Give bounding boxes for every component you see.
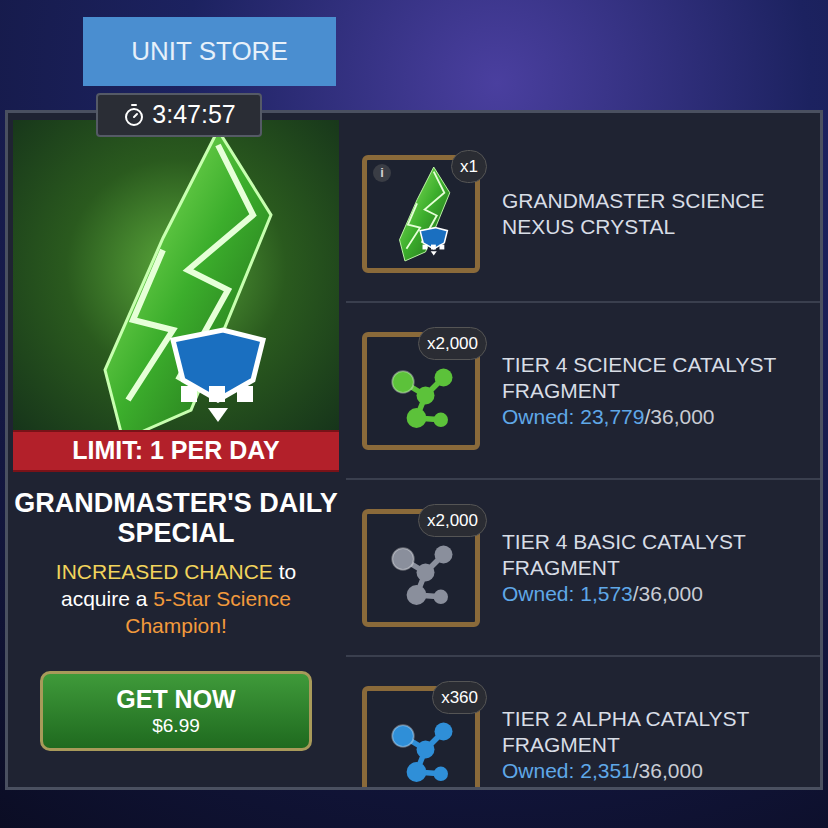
- offer-column: LIMIT: 1 PER DAY GRANDMASTER'S DAILY SPEC…: [8, 113, 338, 787]
- item-row: x360 TIER 2 ALPHA CATALYST FRAGMENTOwned:…: [346, 657, 820, 790]
- quantity-badge: x2,000: [418, 504, 487, 538]
- quantity-badge: x1: [451, 150, 487, 184]
- offer-description: INCREASED CHANCE to acquire a 5-Star Sci…: [14, 558, 338, 639]
- item-row: x2,000 TIER 4 BASIC CATALYST FRAGMENTOwne…: [346, 480, 820, 657]
- item-name: TIER 4 BASIC CATALYST FRAGMENT: [502, 529, 810, 581]
- item-name: TIER 4 SCIENCE CATALYST FRAGMENT: [502, 352, 810, 404]
- item-icon-frame: x360: [362, 686, 480, 791]
- item-text: TIER 2 ALPHA CATALYST FRAGMENTOwned: 2,3…: [502, 706, 810, 784]
- info-badge[interactable]: i: [373, 164, 391, 182]
- item-row: ix1GRANDMASTER SCIENCE NEXUS CRYSTAL: [346, 126, 820, 303]
- owned-count: Owned: 23,779/36,000: [502, 404, 810, 430]
- item-name: TIER 2 ALPHA CATALYST FRAGMENT: [502, 706, 810, 758]
- item-text: TIER 4 SCIENCE CATALYST FRAGMENTOwned: 2…: [502, 352, 810, 430]
- get-now-button[interactable]: GET NOW$6.99: [40, 671, 312, 751]
- item-name: GRANDMASTER SCIENCE NEXUS CRYSTAL: [502, 188, 810, 240]
- owned-count: Owned: 2,351/36,000: [502, 758, 810, 784]
- unit-store-button[interactable]: UNIT STORE: [83, 17, 336, 86]
- quantity-badge: x2,000: [418, 327, 487, 361]
- item-text: TIER 4 BASIC CATALYST FRAGMENTOwned: 1,5…: [502, 529, 810, 607]
- owned-count: Owned: 1,573/36,000: [502, 581, 810, 607]
- crystal-image: [13, 120, 339, 450]
- timer-badge: 3:47:57: [96, 93, 262, 137]
- timer-icon: [122, 103, 146, 127]
- item-list: ix1GRANDMASTER SCIENCE NEXUS CRYSTALx2,0…: [338, 113, 820, 787]
- nexus-crystal-icon: [13, 120, 339, 450]
- limit-banner: LIMIT: 1 PER DAY: [13, 430, 339, 472]
- item-text: GRANDMASTER SCIENCE NEXUS CRYSTAL: [502, 188, 810, 240]
- item-icon-frame: ix1: [362, 155, 480, 273]
- offer-title: GRANDMASTER'S DAILY SPECIAL: [14, 488, 338, 548]
- item-icon-frame: x2,000: [362, 332, 480, 450]
- item-row: x2,000 TIER 4 SCIENCE CATALYST FRAGMENTOw…: [346, 303, 820, 480]
- item-icon-frame: x2,000: [362, 509, 480, 627]
- screen: UNIT STORE LIMIT: 1 PER DAY GRANDMASTER'S …: [0, 0, 828, 828]
- quantity-badge: x360: [432, 681, 487, 715]
- offer-panel: LIMIT: 1 PER DAY GRANDMASTER'S DAILY SPEC…: [5, 110, 823, 790]
